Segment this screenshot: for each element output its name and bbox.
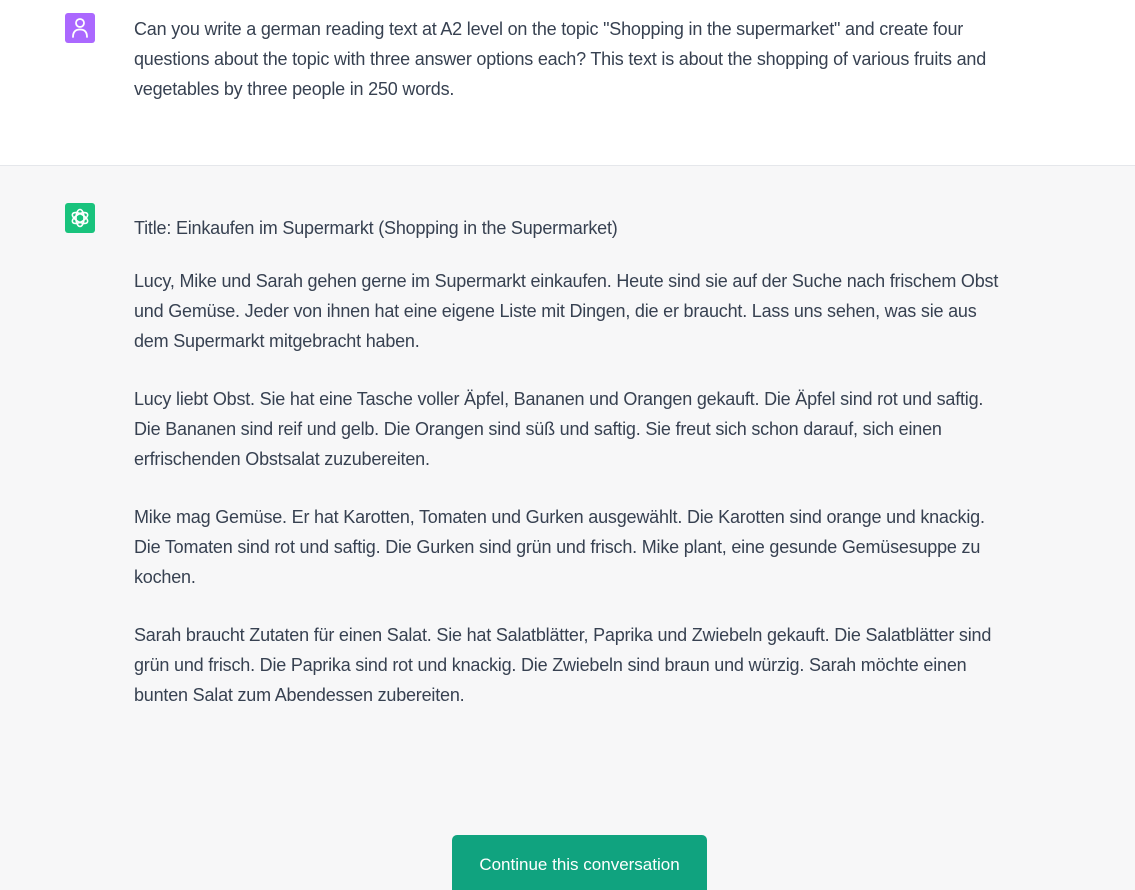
assistant-message: Title: Einkaufen im Supermarkt (Shopping… [0,166,1135,890]
continue-conversation-button[interactable]: Continue this conversation [452,835,707,890]
user-avatar [65,13,95,43]
paragraph-lucy: Lucy liebt Obst. Sie hat eine Tasche vol… [134,389,984,469]
user-icon [72,18,88,38]
paragraph-sarah: Sarah braucht Zutaten für einen Salat. S… [134,625,992,705]
paragraph-intro: Lucy, Mike und Sarah gehen gerne im Supe… [134,271,999,351]
chat-page: Can you write a german reading text at A… [0,0,1135,890]
openai-logo-icon [71,208,89,228]
assistant-message-body: Title: Einkaufen im Supermarkt (Shopping… [134,213,1014,738]
user-message: Can you write a german reading text at A… [0,0,1135,166]
reading-title: Title: Einkaufen im Supermarkt (Shopping… [134,218,618,238]
user-message-text: Can you write a german reading text at A… [134,19,987,99]
paragraph-mike: Mike mag Gemüse. Er hat Karotten, Tomate… [134,507,985,587]
assistant-avatar [65,203,95,233]
